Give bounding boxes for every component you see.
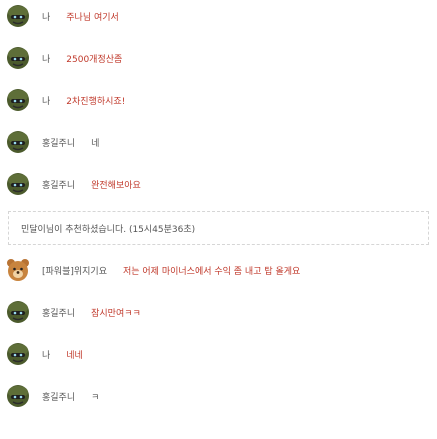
chat-message: 나 네네 (6, 340, 83, 368)
soldier-avatar-icon[interactable] (6, 300, 30, 324)
message-nickname[interactable]: 나 (42, 348, 50, 361)
chat-message: 홍길주니 네 (6, 128, 99, 156)
chat-message: 나 주나님 여기서 (6, 2, 119, 30)
message-nickname[interactable]: 나 (42, 52, 50, 65)
message-text: 주나님 여기서 (66, 12, 119, 23)
message-text: 2500개정산좀 (66, 54, 123, 65)
chat-message: 홍길주니 완전해보아요 (6, 170, 141, 198)
message-text: ㅋ (91, 392, 100, 403)
chat-log: 나 주나님 여기서 나 2500개정산좀 나 2차진행하시죠! 홍길주니 네 홍… (0, 0, 437, 439)
message-text: 완전해보아요 (91, 180, 141, 191)
chat-message: 나 2차진행하시죠! (6, 86, 125, 114)
message-text: 잠시만여ㅋㅋ (91, 308, 141, 319)
recommend-notice: 민달이님이 추천하셨습니다. (15시45분36초) (8, 211, 429, 245)
soldier-avatar-icon[interactable] (6, 384, 30, 408)
message-nickname[interactable]: 나 (42, 94, 50, 107)
message-nickname[interactable]: 나 (42, 10, 50, 23)
message-nickname[interactable]: 홍길주니 (42, 390, 75, 403)
message-nickname[interactable]: 홍길주니 (42, 136, 75, 149)
chat-message: 나 2500개정산좀 (6, 44, 122, 72)
soldier-avatar-icon[interactable] (6, 342, 30, 366)
message-text: 네네 (66, 350, 83, 361)
chat-message: 홍길주니 ㅋ (6, 382, 99, 410)
message-text: 저는 어제 마이너스에서 수익 좀 내고 탑 올게요 (122, 266, 301, 277)
notice-text: 민달이님이 추천하셨습니다. (15시45분36초) (21, 224, 196, 235)
message-text: 2차진행하시죠! (66, 96, 126, 107)
soldier-avatar-icon[interactable] (6, 4, 30, 28)
message-nickname[interactable]: 홍길주니 (42, 306, 75, 319)
message-nickname[interactable]: 홍길주니 (42, 178, 75, 191)
soldier-avatar-icon[interactable] (6, 172, 30, 196)
message-nickname[interactable]: [파워블]위지기요 (42, 264, 107, 277)
soldier-avatar-icon[interactable] (6, 130, 30, 154)
message-text: 네 (91, 138, 100, 149)
chat-message: [파워블]위지기요 저는 어제 마이너스에서 수익 좀 내고 탑 올게요 (6, 256, 300, 284)
soldier-avatar-icon[interactable] (6, 46, 30, 70)
chat-message: 홍길주니 잠시만여ㅋㅋ (6, 298, 141, 326)
bear-avatar-icon[interactable] (6, 258, 30, 282)
soldier-avatar-icon[interactable] (6, 88, 30, 112)
